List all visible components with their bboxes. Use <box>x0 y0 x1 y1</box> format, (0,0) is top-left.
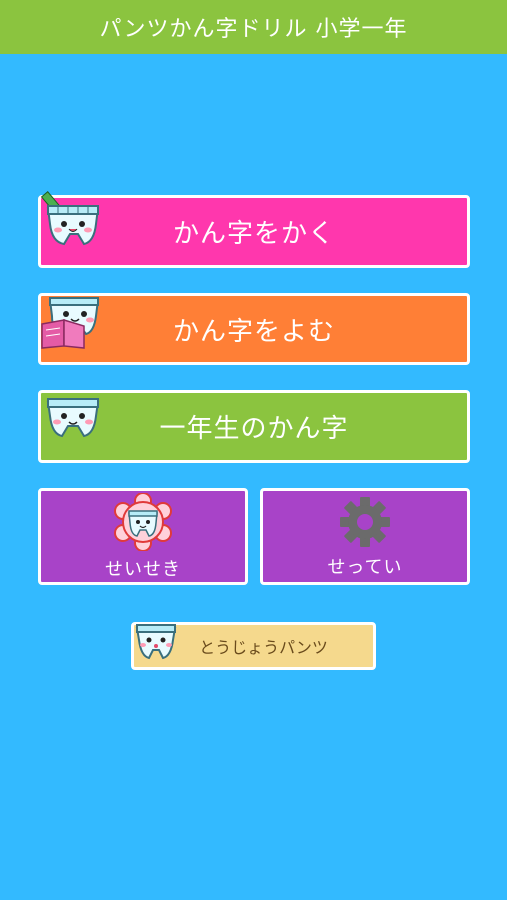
pants-mascot-book-icon <box>41 297 100 349</box>
results-button[interactable]: せいせき <box>38 488 248 585</box>
pants-mascot-small-icon <box>135 624 177 660</box>
grade-one-kanji-button[interactable]: 一年生のかん字 <box>38 390 470 463</box>
app-header: パンツかん字ドリル 小学一年 <box>0 0 507 54</box>
read-kanji-label: かん字をよむ <box>172 316 335 347</box>
pants-mascot-pencil-icon <box>40 191 100 246</box>
gear-icon <box>340 496 390 547</box>
results-label: せいせき <box>105 558 181 580</box>
settings-button[interactable]: せってい <box>260 488 470 585</box>
grade-one-kanji-label: 一年生のかん字 <box>159 414 349 444</box>
pants-mascot-icon <box>46 398 100 438</box>
write-kanji-label: かん字をかく <box>172 219 335 249</box>
app-title: パンツかん字ドリル 小学一年 <box>99 17 408 42</box>
flower-badge-mascot-icon <box>114 492 172 551</box>
characters-label: とうじょうパンツ <box>199 638 328 657</box>
settings-label: せってい <box>327 556 403 578</box>
